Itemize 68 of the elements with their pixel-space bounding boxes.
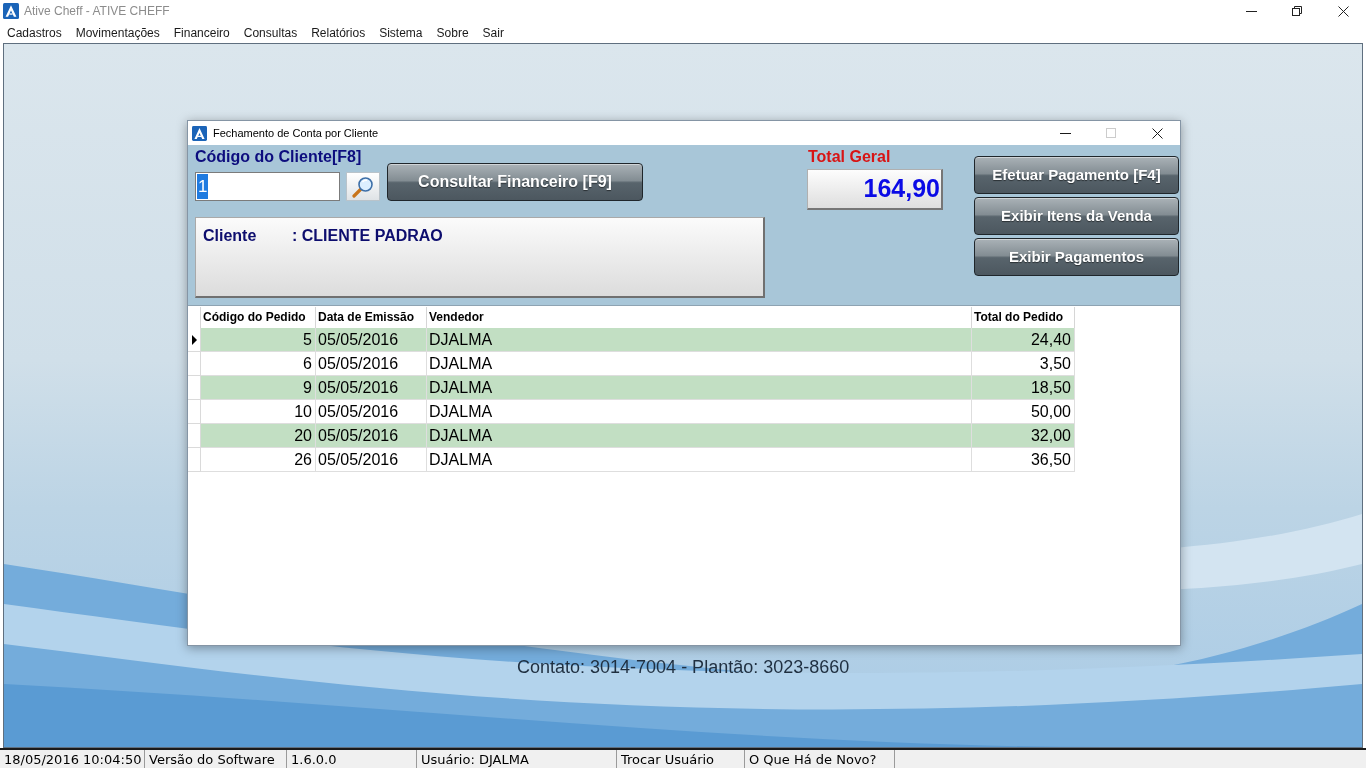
table-cell: DJALMA [427, 328, 972, 352]
row-indicator-cell[interactable] [188, 328, 201, 352]
status-text: Versão do Software [149, 750, 275, 768]
client-name: : CLIENTE PADRAO [292, 226, 443, 246]
table-cell: 05/05/2016 [316, 424, 427, 448]
status-text[interactable]: O Que Há de Novo? [749, 750, 877, 768]
table-cell: DJALMA [427, 400, 972, 424]
table-cell: 6 [201, 352, 316, 376]
table-cell: 32,00 [972, 424, 1075, 448]
table-cell: 9 [201, 376, 316, 400]
table-cell: 18,50 [972, 376, 1075, 400]
close-icon [1337, 5, 1349, 17]
table-cell: 05/05/2016 [316, 376, 427, 400]
action-button[interactable]: Exibir Pagamentos [974, 238, 1179, 276]
status-text[interactable]: Trocar Usuário [621, 750, 715, 768]
app-window-title: Ative Cheff - ATIVE CHEFF [24, 3, 170, 20]
table-cell: DJALMA [427, 424, 972, 448]
action-button[interactable]: Efetuar Pagamento [F4] [974, 156, 1179, 194]
row-indicator-cell[interactable] [188, 376, 201, 400]
menu-item[interactable]: Consultas [243, 23, 298, 42]
menu-item[interactable]: Financeiro [173, 23, 230, 42]
table-cell: DJALMA [427, 448, 972, 472]
table-cell: DJALMA [427, 352, 972, 376]
menu-item[interactable]: Movimentações [75, 23, 160, 42]
status-text: 18/05/2016 10:04:50 [4, 750, 142, 768]
row-indicator-cell[interactable] [188, 424, 201, 448]
row-indicator-cell[interactable] [188, 400, 201, 424]
consult-financial-button[interactable]: Consultar Financeiro [F9] [387, 163, 643, 201]
minimize-icon [1245, 10, 1257, 12]
restore-icon [1292, 6, 1302, 16]
table-cell: 26 [201, 448, 316, 472]
table-cell: 3,50 [972, 352, 1075, 376]
client-label: Cliente [203, 226, 258, 246]
table-cell: 05/05/2016 [316, 352, 427, 376]
menu-item[interactable]: Sair [482, 23, 504, 42]
row-indicator-cell[interactable] [188, 352, 201, 376]
search-button[interactable] [346, 172, 380, 201]
action-button[interactable]: Exibir Itens da Venda [974, 197, 1179, 235]
menu-item[interactable]: Sobre [436, 23, 469, 42]
table-cell: 10 [201, 400, 316, 424]
row-indicator-cell[interactable] [188, 448, 201, 472]
total-label: Total Geral [807, 147, 892, 167]
table-cell: 05/05/2016 [316, 448, 427, 472]
table-cell: 24,40 [972, 328, 1075, 352]
table-cell: 36,50 [972, 448, 1075, 472]
maximize-icon [1106, 128, 1116, 138]
status-text: Usuário: DJALMA [421, 750, 529, 768]
table-cell: 20 [201, 424, 316, 448]
table-cell: 50,00 [972, 400, 1075, 424]
total-value: 164,90 [807, 169, 943, 210]
row-pointer-icon [191, 334, 197, 345]
table-cell: 5 [201, 328, 316, 352]
dialog-title: Fechamento de Conta por Cliente [213, 125, 379, 141]
table-cell: DJALMA [427, 376, 972, 400]
table-cell: 05/05/2016 [316, 400, 427, 424]
magnifier-icon [352, 175, 374, 198]
wallpaper-contact-text: Contato: 3014-7004 - Plantão: 3023-8660 [517, 656, 850, 679]
menu-item[interactable]: Relatórios [311, 23, 366, 42]
menu-item[interactable]: Sistema [379, 23, 423, 42]
table-cell: 05/05/2016 [316, 328, 427, 352]
minimize-icon [1059, 132, 1071, 134]
app-logo-icon [192, 125, 207, 141]
client-code-label: Código do Cliente[F8] [195, 147, 363, 167]
status-text: 1.6.0.0 [291, 750, 337, 768]
client-code-field[interactable]: 1 [195, 172, 340, 201]
close-icon [1151, 127, 1163, 139]
menu-item[interactable]: Cadastros [7, 23, 62, 42]
app-logo-icon [3, 3, 19, 19]
